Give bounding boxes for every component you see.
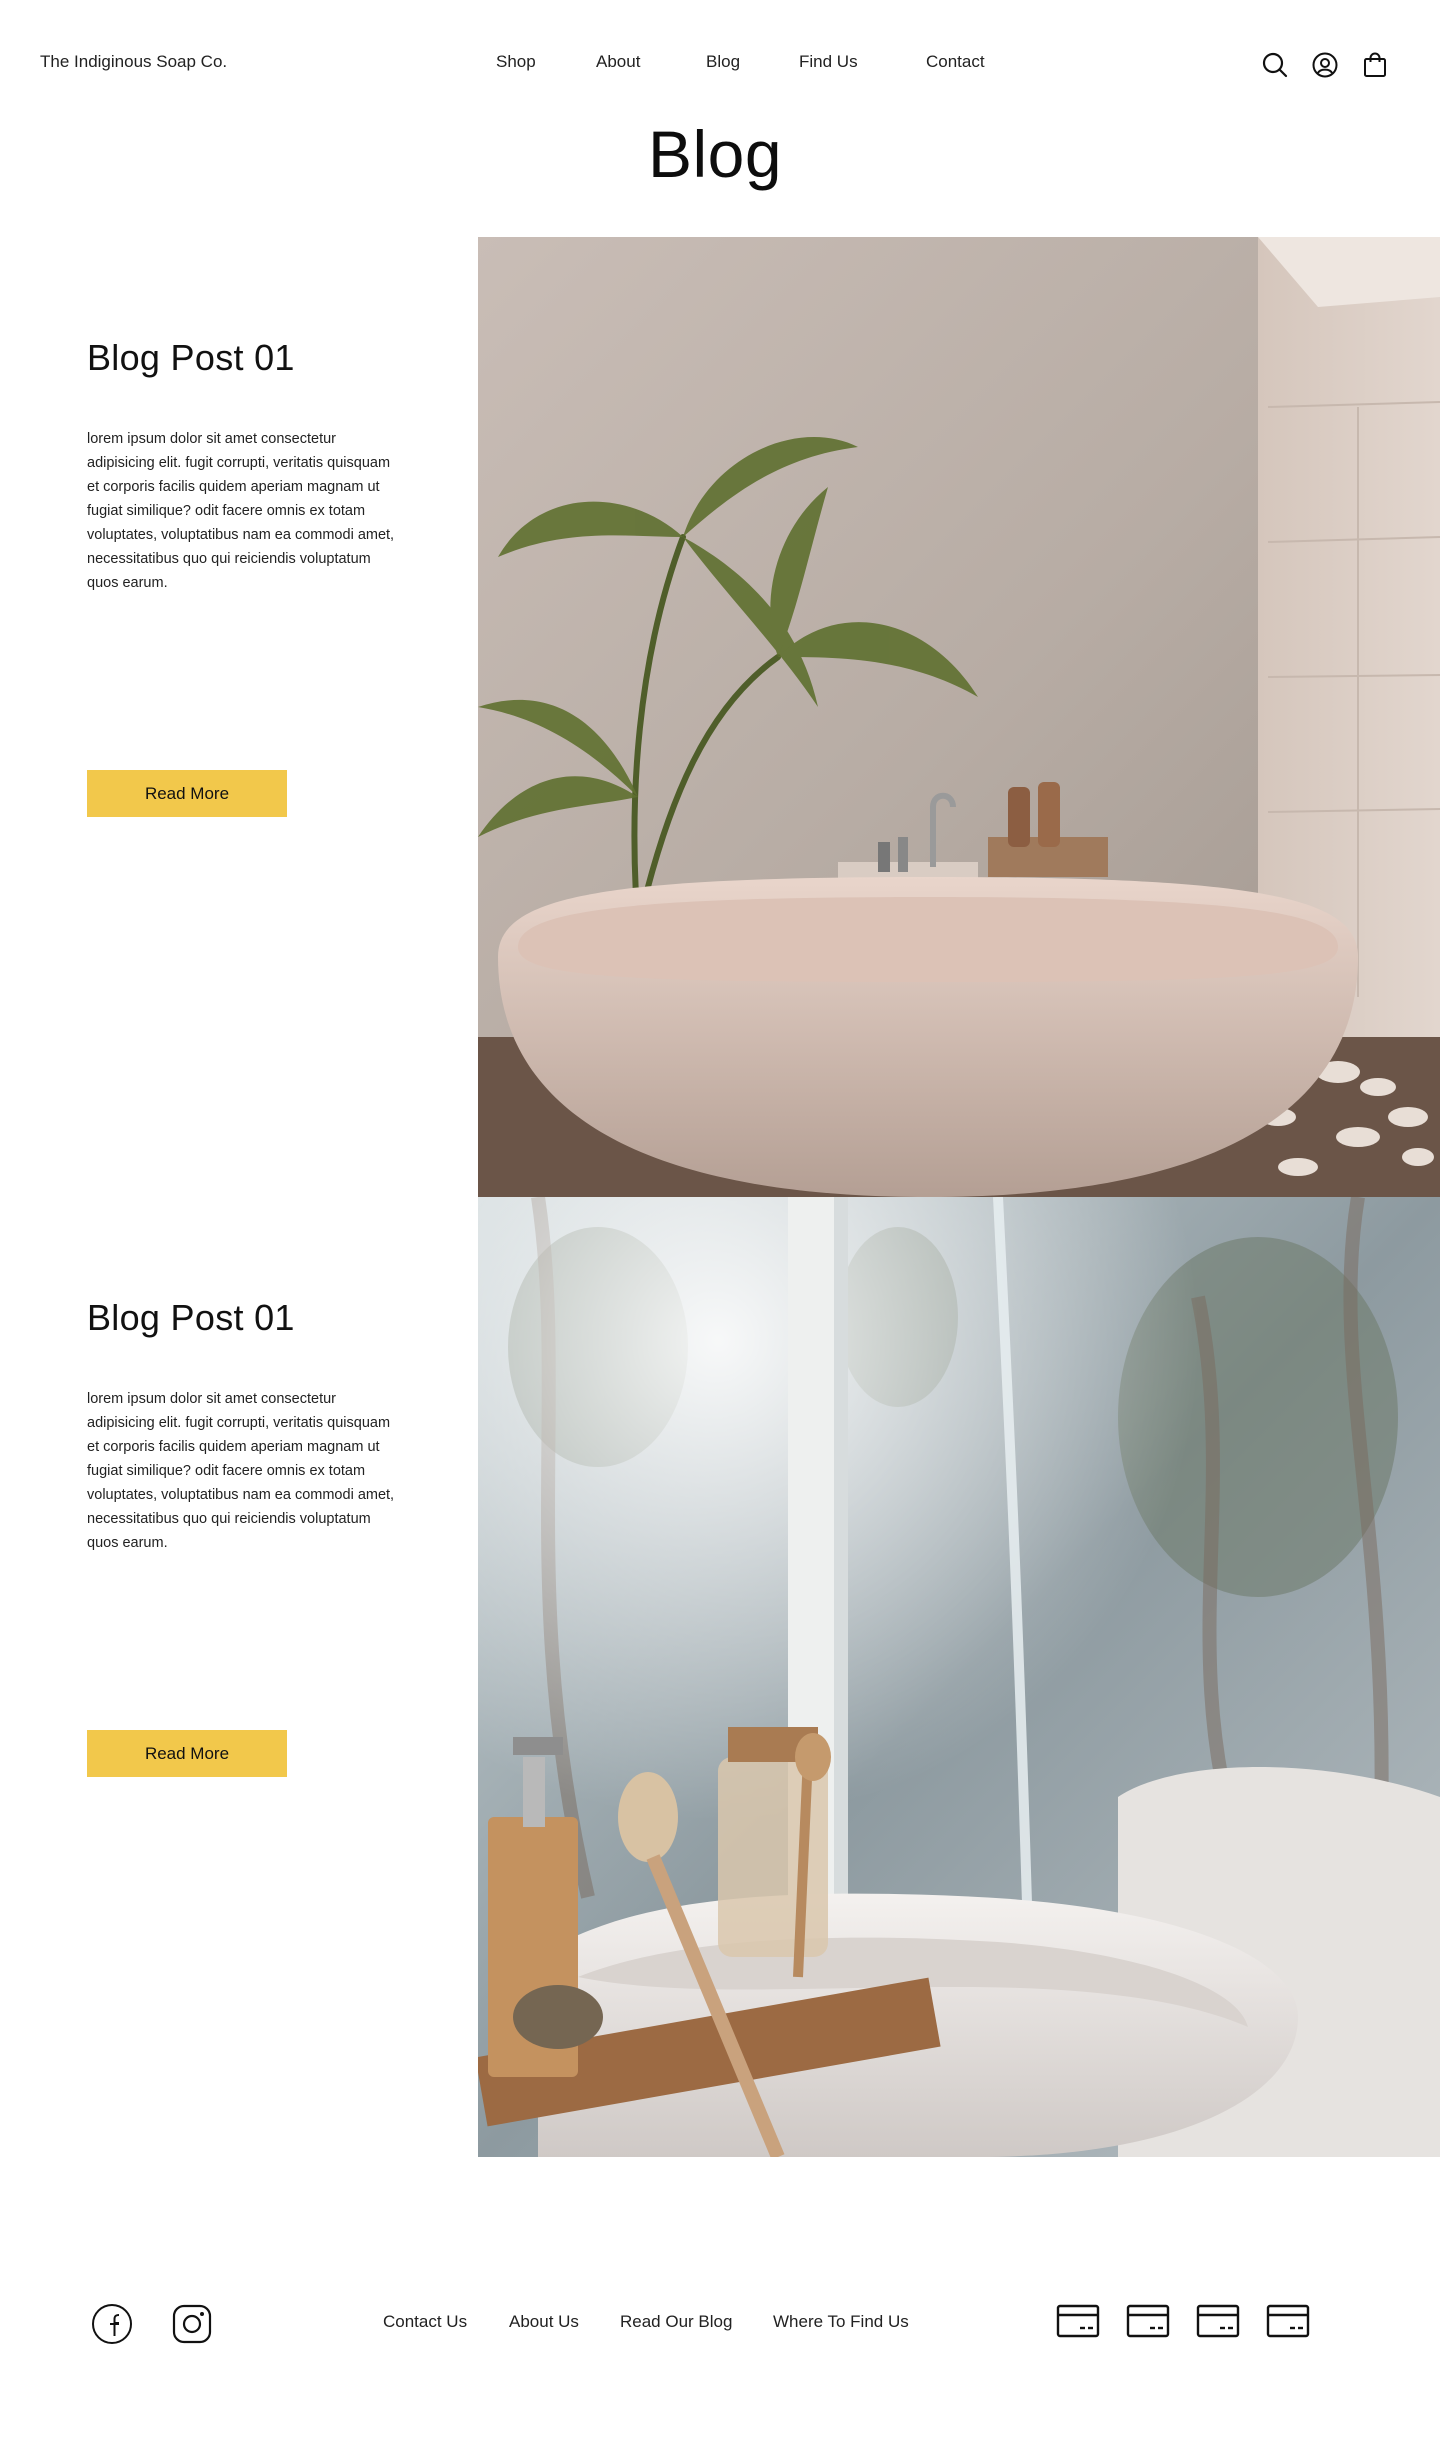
nav-blog[interactable]: Blog <box>706 52 740 72</box>
post-text: Blog Post 01 lorem ipsum dolor sit amet … <box>87 1297 397 1777</box>
nav-about[interactable]: About <box>596 52 640 72</box>
footer-link-where-to-find-us[interactable]: Where To Find Us <box>773 2312 909 2332</box>
nav-contact[interactable]: Contact <box>926 52 985 72</box>
footer-link-read-our-blog[interactable]: Read Our Blog <box>620 2312 732 2332</box>
post-image-bath-window[interactable] <box>478 1197 1440 2157</box>
card-icon <box>1056 2304 1100 2338</box>
footer-link-about-us[interactable]: About Us <box>509 2312 579 2332</box>
facebook-icon[interactable] <box>90 2302 134 2346</box>
post-text: Blog Post 01 lorem ipsum dolor sit amet … <box>87 337 397 817</box>
site-footer: Contact Us About Us Read Our Blog Where … <box>0 2282 1440 2362</box>
instagram-icon[interactable] <box>170 2302 214 2346</box>
card-icon <box>1196 2304 1240 2338</box>
card-icon <box>1126 2304 1170 2338</box>
account-icon[interactable] <box>1310 50 1340 80</box>
nav-shop[interactable]: Shop <box>496 52 536 72</box>
post-excerpt: lorem ipsum dolor sit amet consectetur a… <box>87 431 395 591</box>
site-header: The Indiginous Soap Co. Shop About Blog … <box>0 0 1440 126</box>
read-more-button[interactable]: Read More <box>87 1730 287 1777</box>
post-title: Blog Post 01 <box>87 337 295 378</box>
header-icons <box>1260 50 1400 80</box>
footer-link-contact-us[interactable]: Contact Us <box>383 2312 467 2332</box>
post-image-bathtub[interactable] <box>478 237 1440 1197</box>
post-excerpt: lorem ipsum dolor sit amet consectetur a… <box>87 1391 395 1551</box>
read-more-button[interactable]: Read More <box>87 770 287 817</box>
page-title: Blog <box>647 117 783 191</box>
nav-find-us[interactable]: Find Us <box>799 52 858 72</box>
post-title: Blog Post 01 <box>87 1297 295 1338</box>
blog-post: Blog Post 01 lorem ipsum dolor sit amet … <box>0 237 1440 1197</box>
search-icon[interactable] <box>1260 50 1290 80</box>
blog-post: Blog Post 01 lorem ipsum dolor sit amet … <box>0 1197 1440 2157</box>
main-nav: Shop About Blog Find Us Contact <box>0 52 1440 76</box>
card-icon <box>1266 2304 1310 2338</box>
cart-icon[interactable] <box>1360 50 1390 80</box>
